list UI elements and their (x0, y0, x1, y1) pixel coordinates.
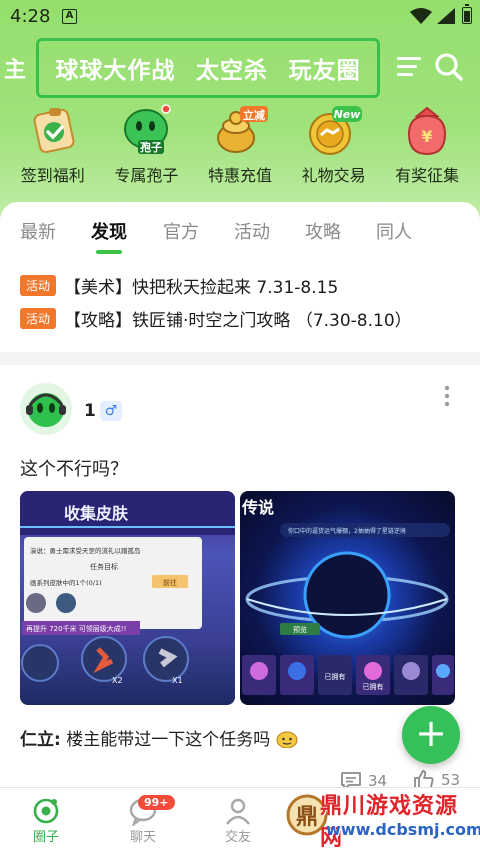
tab-discover[interactable]: 发现 (91, 218, 127, 244)
image1-x1: X1 (172, 676, 183, 685)
post-image-2[interactable]: 传说 你口中的逼货运气爆棚，2抽抽得了星链逆境 预览 已拥有 已拥有 (240, 491, 455, 705)
nav-friends[interactable]: 交友 (208, 796, 268, 845)
feed-tabs: 最新 发现 官方 活动 攻略 同人 (0, 206, 480, 254)
checkin-icon (25, 104, 81, 158)
image2-title: 传说 (241, 498, 274, 517)
post-text: 这个不行吗？ (20, 459, 128, 480)
menu-icon[interactable] (397, 54, 423, 78)
shortcut-recharge[interactable]: 立减 特惠充值 (193, 104, 287, 185)
friends-icon (226, 798, 250, 825)
battery-icon (462, 4, 472, 24)
tab-latest[interactable]: 最新 (20, 218, 56, 244)
tab-events[interactable]: 活动 (234, 218, 270, 244)
spore-icon: 孢子 (118, 104, 174, 158)
chat-unread-badge: 99+ (138, 795, 175, 810)
announcement-badge: 活动 (20, 307, 57, 329)
tab-official[interactable]: 官方 (163, 218, 199, 244)
tab-guides[interactable]: 攻略 (305, 218, 341, 244)
reply-user[interactable]: 仁立: (20, 730, 61, 750)
image1-go: 前往 (163, 578, 177, 587)
shortcut-label: 礼物交易 (301, 166, 366, 185)
svg-text:¥: ¥ (422, 127, 433, 146)
prize-icon: ¥ (399, 104, 455, 158)
channel-tab-wanyouquan[interactable]: 玩友圈 (289, 51, 361, 85)
wifi-icon (410, 8, 432, 24)
nav-label: 圈子 (32, 830, 59, 845)
image2-owned: 已拥有 (325, 672, 346, 681)
reply-preview[interactable]: 仁立: 楼主能带过一下这个任务吗 (20, 725, 298, 750)
image1-subtitle: 演说：勇士需求受天罡的流礼以蹭孤岛 (30, 546, 141, 555)
announcement-text: 【美术】快把秋天捡起来 7.31-8.15 (64, 277, 339, 298)
reply-text: 楼主能带过一下这个任务吗 (66, 730, 271, 750)
announcement-badge: 活动 (20, 274, 57, 296)
gender-male-icon: ♂ (100, 401, 122, 421)
channel-tab-taikongsha[interactable]: 太空杀 (196, 51, 268, 85)
shortcut-gift-trade[interactable]: New 礼物交易 (287, 104, 381, 185)
shortcut-prize[interactable]: ¥ 有奖征集 (380, 104, 474, 185)
create-post-button[interactable]: + (402, 706, 460, 764)
tab-fanworks[interactable]: 同人 (376, 218, 412, 244)
shortcut-spore[interactable]: 孢子 专属孢子 (100, 104, 194, 185)
status-bar: 4:28 A (0, 0, 480, 32)
shortcut-label: 专属孢子 (114, 166, 179, 185)
search-icon[interactable] (434, 52, 464, 82)
recharge-icon: 立减 (212, 104, 268, 158)
app-notification-icon: A (62, 9, 77, 24)
post-image-1[interactable]: 收集皮肤 演说：勇士需求受天罡的流礼以蹭孤岛 任务目标 画系列皮肤中的1个(0/… (20, 491, 235, 705)
shortcut-label: 特惠充值 (207, 166, 272, 185)
image1-title: 收集皮肤 (64, 504, 129, 523)
image1-x2: X2 (112, 676, 123, 685)
svg-text:鼎: 鼎 (296, 805, 318, 830)
status-time: 4:28 (10, 6, 51, 27)
svg-text:New: New (333, 108, 361, 121)
channel-switcher: 球球大作战 太空杀 玩友圈 (36, 38, 380, 98)
shortcut-row: 签到福利 孢子 专属孢子 立减 特惠充值 New 礼物交易 ¥ 有奖征集 (0, 104, 480, 185)
channel-tab-qiuqiu[interactable]: 球球大作战 (55, 51, 175, 85)
image2-hint: 你口中的逼货运气爆棚，2抽抽得了星链逆境 (288, 527, 406, 535)
image2-owned-2: 已拥有 (363, 682, 384, 691)
watermark: 鼎 鼎川游戏资源网 www.dcbsmj.com (286, 782, 480, 853)
announcement-item[interactable]: 活动 【攻略】铁匠铺·时空之门攻略 （7.30-8.10） (20, 305, 412, 331)
svg-text:孢子: 孢子 (140, 140, 162, 154)
shortcut-checkin[interactable]: 签到福利 (6, 104, 100, 185)
more-options-icon[interactable] (444, 385, 450, 407)
announcement-item[interactable]: 活动 【美术】快把秋天捡起来 7.31-8.15 (20, 272, 338, 298)
nav-circle[interactable]: 圈子 (16, 796, 76, 845)
shortcut-label: 有奖征集 (395, 166, 460, 185)
image1-progress: 画系列皮肤中的1个(0/1) (30, 578, 102, 587)
image1-boost: 再提升 720千米 可领层级大成!! (26, 624, 126, 633)
channel-tab-partial[interactable]: 主 (4, 52, 26, 84)
nav-label: 交友 (224, 830, 251, 845)
gift-trade-icon: New (306, 104, 362, 158)
image1-task: 任务目标 (90, 562, 118, 571)
announcement-text: 【攻略】铁匠铺·时空之门攻略 （7.30-8.10） (64, 310, 412, 331)
channel-bar: 主 球球大作战 太空杀 玩友圈 (0, 38, 480, 98)
shortcut-label: 签到福利 (20, 166, 85, 185)
signal-icon (437, 8, 455, 24)
circle-icon (33, 798, 59, 824)
post-username[interactable]: 1 (84, 401, 96, 421)
nav-label: 聊天 (129, 830, 156, 845)
avatar[interactable] (20, 383, 72, 435)
tab-active-indicator (96, 250, 122, 254)
image2-preview: 预览 (293, 625, 307, 634)
emoji-icon (276, 731, 298, 749)
svg-text:立减: 立减 (243, 108, 265, 122)
watermark-url: www.dcbsmj.com (326, 820, 480, 839)
